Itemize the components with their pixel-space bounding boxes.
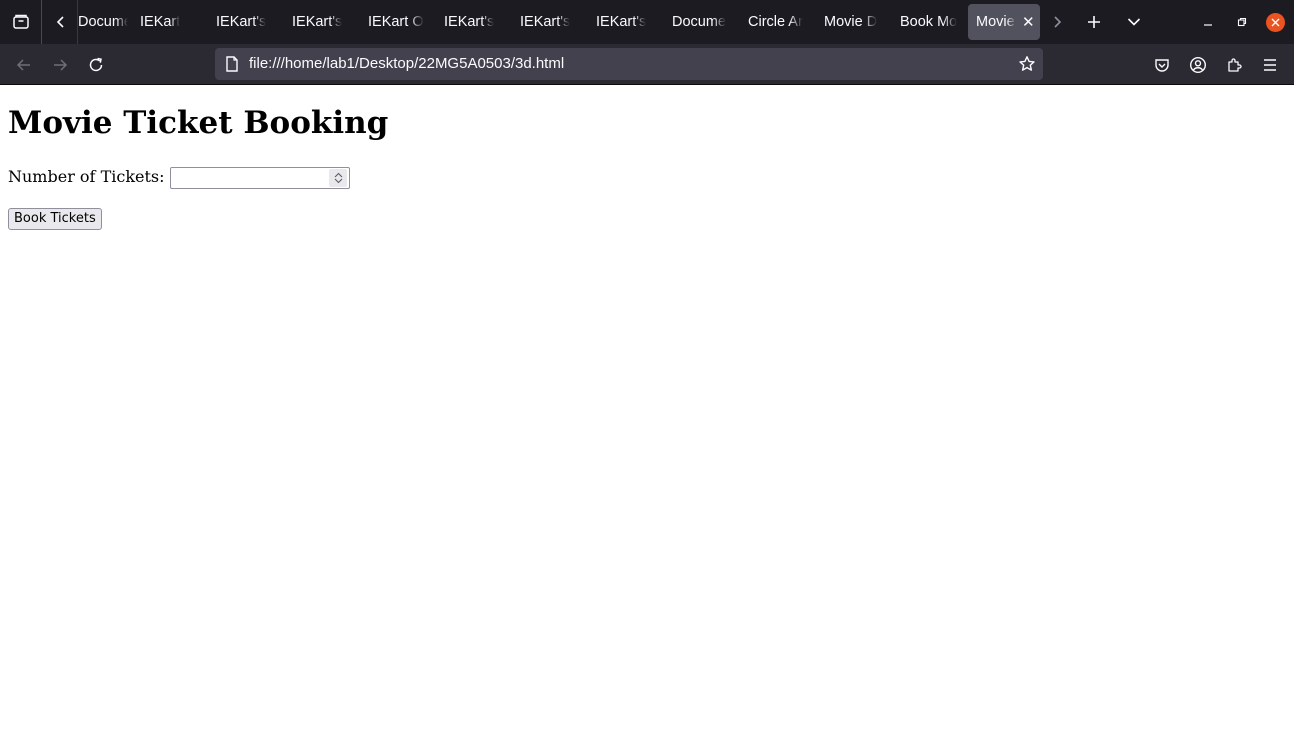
pocket-button[interactable] — [1148, 52, 1176, 78]
tab-label: IEKart's — [596, 14, 647, 30]
spinner-down-icon[interactable] — [334, 178, 343, 184]
chevron-left-icon — [56, 16, 64, 28]
forward-button[interactable] — [46, 52, 74, 78]
app-menu-button[interactable] — [1256, 52, 1284, 78]
reload-icon — [89, 57, 103, 72]
url-text[interactable]: file:///home/lab1/Desktop/22MG5A0503/3d.… — [249, 48, 564, 80]
tab-label: Movie D — [824, 14, 878, 30]
minimize-icon — [1204, 24, 1212, 26]
arrow-left-icon — [16, 59, 30, 71]
tab-label: IEKart's — [520, 14, 571, 30]
arrow-right-icon — [54, 59, 68, 71]
pocket-icon — [1155, 59, 1169, 72]
star-icon — [1019, 56, 1035, 71]
bookmark-star-button[interactable] — [1017, 54, 1037, 74]
book-tickets-button[interactable]: Book Tickets — [8, 208, 102, 230]
tab-label: IEKart O — [368, 14, 424, 30]
tab[interactable]: IEKart's — [284, 4, 356, 40]
tab-label: Movie — [976, 14, 1015, 30]
tab-strip: Docume IEKart IEKart's IEKart's IEKart O… — [0, 0, 1294, 44]
tab-label: Book Mo — [900, 14, 958, 30]
tab[interactable]: Circle Ar — [740, 4, 812, 40]
page-content: Movie Ticket Booking Number of Tickets: … — [0, 85, 1294, 741]
file-icon — [223, 55, 241, 73]
restore-icon — [1237, 17, 1247, 27]
tab-active[interactable]: Movie ✕ — [968, 4, 1040, 40]
tab[interactable]: Book Mo — [892, 4, 964, 40]
back-button[interactable] — [10, 52, 38, 78]
tab-label: IEKart — [140, 14, 181, 30]
account-icon — [1189, 56, 1207, 74]
page-title: Movie Ticket Booking — [8, 105, 389, 141]
firefox-view-icon — [12, 14, 29, 29]
tab-label: IEKart's — [444, 14, 495, 30]
tab[interactable]: IEKart's — [588, 4, 660, 40]
tab[interactable]: Docume — [664, 4, 736, 40]
list-all-tabs-button[interactable] — [1120, 0, 1148, 44]
tab[interactable]: IEKart's — [436, 4, 508, 40]
tabs-scroll-right-button[interactable] — [1044, 0, 1070, 44]
tab-label: Circle Ar — [748, 14, 803, 30]
tabs-row: Docume IEKart IEKart's IEKart's IEKart O… — [78, 0, 1048, 44]
restore-button[interactable] — [1230, 0, 1254, 44]
tab-label: Docume — [78, 14, 128, 30]
tab-label: IEKart's — [292, 14, 343, 30]
tabs-scroll-left-button[interactable] — [44, 0, 78, 44]
close-tab-icon[interactable]: ✕ — [1022, 15, 1035, 30]
close-icon — [1271, 18, 1280, 27]
minimize-button[interactable] — [1196, 0, 1220, 44]
chevron-right-icon — [1054, 16, 1062, 28]
puzzle-icon — [1228, 58, 1242, 72]
tickets-label: Number of Tickets: — [8, 167, 165, 186]
hamburger-menu-icon — [1264, 59, 1276, 71]
number-spinner[interactable] — [329, 169, 347, 187]
tab-label: IEKart's — [216, 14, 267, 30]
plus-icon — [1088, 16, 1100, 28]
tab[interactable]: IEKart O — [360, 4, 432, 40]
tickets-number-input[interactable] — [170, 167, 350, 189]
new-tab-button[interactable] — [1080, 0, 1108, 44]
navigation-toolbar: file:///home/lab1/Desktop/22MG5A0503/3d.… — [0, 44, 1294, 85]
tab[interactable]: Movie D — [816, 4, 888, 40]
window-close-button[interactable] — [1266, 13, 1285, 32]
tab[interactable]: IEKart — [132, 4, 204, 40]
extensions-button[interactable] — [1220, 52, 1248, 78]
reload-button[interactable] — [82, 52, 110, 78]
tab[interactable]: IEKart's — [208, 4, 280, 40]
tab-label: Docume — [672, 14, 726, 30]
address-bar[interactable]: file:///home/lab1/Desktop/22MG5A0503/3d.… — [215, 48, 1043, 80]
chevron-down-icon — [1127, 18, 1141, 26]
tab[interactable]: IEKart's — [512, 4, 584, 40]
firefox-view-button[interactable] — [0, 0, 42, 44]
tab[interactable]: Docume — [78, 4, 128, 40]
account-button[interactable] — [1184, 52, 1212, 78]
